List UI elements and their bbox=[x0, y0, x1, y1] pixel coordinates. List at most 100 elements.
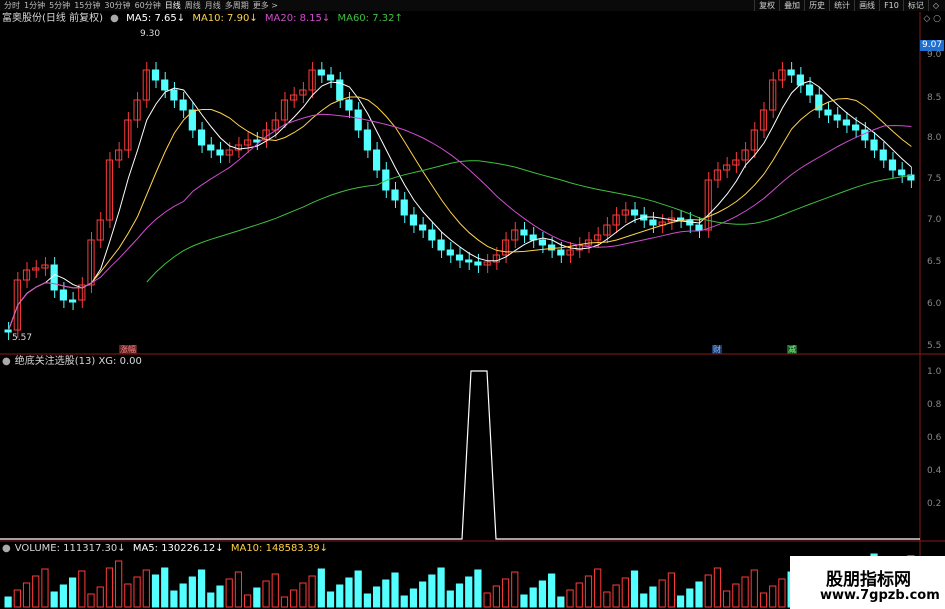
volume-bar bbox=[778, 578, 786, 608]
volume-bar bbox=[400, 595, 408, 608]
volume-bar bbox=[363, 593, 371, 608]
volume-bar bbox=[630, 570, 639, 608]
candle-body bbox=[465, 259, 473, 263]
ind-tick-1-0: 1.0 bbox=[927, 367, 942, 377]
volume-bar bbox=[133, 576, 141, 608]
volume-bar bbox=[326, 591, 335, 608]
volume-bar bbox=[179, 583, 187, 608]
candle-body bbox=[253, 139, 261, 143]
volume-bar bbox=[676, 595, 685, 608]
ma10-label: MA10: 7.90↓ bbox=[192, 13, 258, 24]
volume-bar bbox=[529, 587, 537, 608]
ma10-line bbox=[8, 96, 912, 331]
circle-icon: ● bbox=[2, 543, 11, 554]
kline-chart[interactable] bbox=[0, 0, 945, 609]
volume-bar bbox=[151, 574, 160, 608]
candle-body bbox=[363, 129, 371, 151]
volume-bar bbox=[299, 582, 307, 608]
candle-body bbox=[621, 209, 629, 216]
finance-marker[interactable]: 财 bbox=[712, 345, 722, 354]
candle-body bbox=[520, 229, 528, 236]
volume-bar bbox=[419, 581, 427, 608]
candle-body bbox=[179, 99, 187, 111]
candle-body bbox=[428, 229, 436, 241]
candle-body bbox=[299, 89, 307, 96]
volume-bar bbox=[22, 582, 31, 608]
volume-bar bbox=[584, 575, 593, 608]
volume-bar bbox=[13, 589, 21, 608]
ma5-label: MA5: 7.65↓ bbox=[126, 13, 186, 24]
site-watermark: 股朋指标网 www.7gpzb.com bbox=[790, 556, 945, 609]
vol-ma5-label: MA5: 130226.12↓ bbox=[132, 543, 224, 554]
volume-bar bbox=[308, 575, 316, 608]
volume-bar bbox=[105, 567, 114, 608]
candle-body bbox=[161, 79, 169, 91]
volume-bar bbox=[759, 592, 768, 608]
watermark-title: 股朋指标网 bbox=[826, 570, 911, 590]
volume-bar bbox=[244, 594, 252, 608]
y-tick-8-0: 8.0 bbox=[927, 133, 942, 143]
volume-bar bbox=[695, 581, 703, 608]
volume-bar bbox=[511, 571, 519, 608]
candle-body bbox=[391, 189, 399, 201]
volume-bar bbox=[170, 590, 178, 608]
circle-icon: ● bbox=[2, 356, 11, 367]
candle-body bbox=[566, 249, 574, 256]
candle-body bbox=[557, 249, 565, 256]
volume-bar bbox=[409, 588, 418, 608]
watermark-url: www.7gpzb.com bbox=[820, 588, 940, 603]
candlestick-series bbox=[4, 62, 915, 340]
candle-body bbox=[778, 69, 786, 81]
volume-bar bbox=[207, 592, 215, 608]
candle-body bbox=[842, 119, 851, 126]
candle-body bbox=[861, 129, 869, 141]
y-tick-5-5: 5.5 bbox=[927, 341, 942, 351]
volume-bar bbox=[290, 589, 298, 608]
y-tick-7-0: 7.0 bbox=[927, 215, 942, 225]
volume-bar bbox=[336, 584, 344, 608]
candle-body bbox=[474, 261, 482, 266]
volume-bar bbox=[262, 580, 270, 608]
volume-bar bbox=[723, 590, 731, 608]
volume-bar bbox=[96, 586, 104, 608]
rise-marker[interactable]: 涨幅 bbox=[119, 345, 137, 354]
candle-body bbox=[594, 234, 602, 241]
candle-body bbox=[455, 254, 464, 261]
candle-body bbox=[750, 129, 758, 151]
volume-bar bbox=[197, 569, 206, 608]
diamond-icon[interactable]: ◇ bbox=[923, 14, 930, 24]
candle-body bbox=[538, 239, 547, 246]
volume-bar bbox=[465, 576, 473, 608]
volume-bar bbox=[372, 586, 381, 608]
ma20-label: MA20: 8.15↓ bbox=[264, 13, 331, 24]
volume-bar bbox=[87, 593, 95, 608]
candle-body bbox=[400, 199, 408, 216]
candle-body bbox=[805, 84, 814, 96]
volume-bar bbox=[750, 569, 758, 608]
volume-bar bbox=[280, 596, 289, 608]
indicator-title: 绝底关注选股(13) XG: 0.00 bbox=[14, 356, 142, 367]
candle-body bbox=[852, 124, 860, 131]
volume-bar bbox=[548, 573, 556, 608]
high-price-label: 9.30 bbox=[140, 29, 161, 39]
candle-body bbox=[548, 244, 556, 251]
candle-body bbox=[216, 149, 224, 156]
volume-bar bbox=[115, 560, 123, 608]
volume-label: VOLUME: 111317.30↓ bbox=[14, 543, 126, 554]
volume-bar bbox=[575, 582, 583, 608]
volume-bar bbox=[142, 569, 150, 608]
candle-body bbox=[317, 69, 325, 76]
candle-body bbox=[833, 114, 841, 121]
stock-title: 富奥股份(日线 前复权) bbox=[2, 13, 103, 24]
volume-bar bbox=[686, 588, 694, 608]
reduce-marker[interactable]: 减 bbox=[787, 345, 797, 354]
volume-bar bbox=[455, 583, 464, 608]
settings-icon[interactable]: ○ bbox=[933, 14, 941, 24]
ind-tick-0-4: 0.4 bbox=[927, 466, 942, 476]
volume-bar bbox=[50, 591, 58, 608]
candle-body bbox=[197, 129, 206, 146]
volume-legend: ● VOLUME: 111317.30↓ MA5: 130226.12↓ MA10… bbox=[2, 543, 332, 555]
candle-body bbox=[879, 149, 887, 161]
volume-bar bbox=[594, 568, 602, 608]
volume-bar bbox=[225, 578, 233, 608]
